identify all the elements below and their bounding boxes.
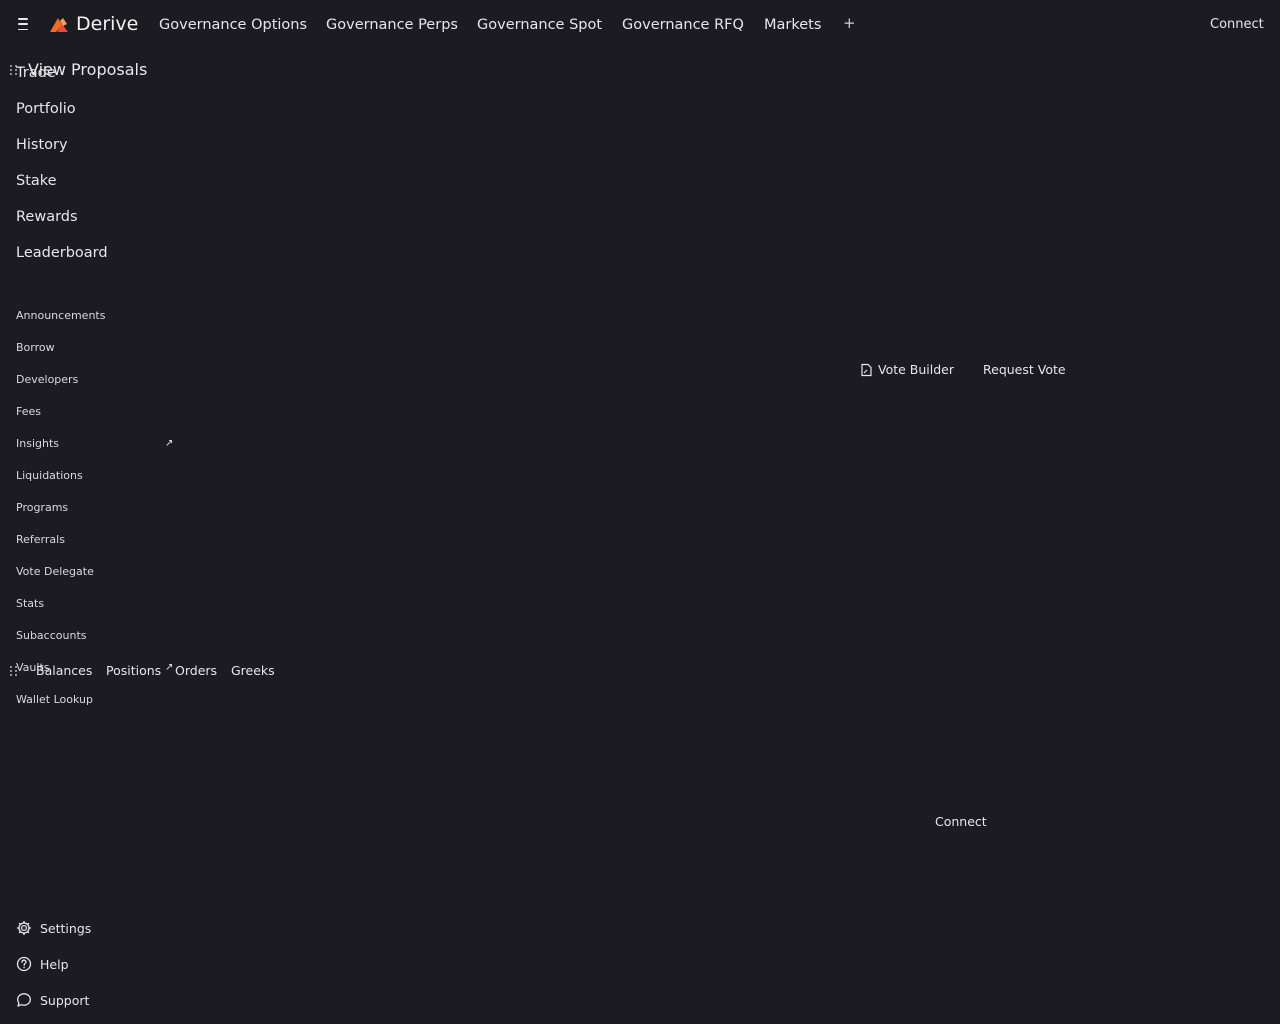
- sidebar-item-liquidations[interactable]: Liquidations: [16, 468, 83, 484]
- document-icon: [861, 363, 872, 376]
- connect-wallet-button[interactable]: Connect: [935, 814, 987, 830]
- connect-button[interactable]: Connect: [1210, 16, 1264, 34]
- tab-markets[interactable]: Markets: [764, 15, 821, 35]
- sidebar-item-developers[interactable]: Developers: [16, 372, 78, 388]
- menu-icon[interactable]: [16, 17, 30, 31]
- settings-label: Settings: [40, 920, 92, 936]
- sidebar-item-leaderboard[interactable]: Leaderboard: [16, 243, 108, 263]
- tab-orders[interactable]: Orders: [175, 663, 217, 679]
- plus-icon[interactable]: +: [843, 16, 856, 31]
- sidebar-item-wallet-lookup[interactable]: Wallet Lookup: [16, 692, 93, 708]
- help-circle-icon: [16, 956, 32, 972]
- vote-builder-label: Vote Builder: [878, 362, 955, 377]
- sidebar-item-programs[interactable]: Programs: [16, 500, 68, 516]
- sidebar-item-portfolio[interactable]: Portfolio: [16, 99, 76, 119]
- sidebar-item-borrow[interactable]: Borrow: [16, 340, 55, 356]
- sidebar-item-stake[interactable]: Stake: [16, 171, 57, 191]
- sidebar-item-support[interactable]: Support: [16, 992, 89, 1008]
- vote-builder-button[interactable]: Vote Builder: [860, 362, 954, 377]
- sidebar-item-vote-delegate[interactable]: Vote Delegate: [16, 564, 94, 580]
- tab-governance-rfq[interactable]: Governance RFQ: [622, 15, 744, 35]
- gear-icon: [16, 920, 32, 936]
- sidebar-item-insights[interactable]: Insights: [16, 436, 59, 452]
- external-link-icon: ↗: [165, 662, 174, 673]
- support-label: Support: [40, 992, 90, 1008]
- tab-governance-perps[interactable]: Governance Perps: [326, 15, 458, 35]
- brand-name[interactable]: Derive: [76, 12, 138, 36]
- help-label: Help: [40, 956, 69, 972]
- external-link-icon: ↗: [165, 438, 174, 449]
- tab-governance-spot[interactable]: Governance Spot: [477, 15, 602, 35]
- sidebar-item-help[interactable]: Help: [16, 956, 69, 972]
- tab-governance-options[interactable]: Governance Options: [159, 15, 307, 35]
- sidebar-item-subaccounts[interactable]: Subaccounts: [16, 628, 87, 644]
- tab-balances[interactable]: Balances: [36, 663, 92, 679]
- sidebar-item-fees[interactable]: Fees: [16, 404, 41, 420]
- chat-bubble-icon: [17, 993, 31, 1007]
- sidebar-item-history[interactable]: History: [16, 135, 68, 155]
- derive-logo-icon[interactable]: [48, 14, 70, 36]
- tab-positions[interactable]: Positions: [106, 663, 161, 679]
- tab-greeks[interactable]: Greeks: [231, 663, 275, 679]
- view-proposals-title: View Proposals: [28, 60, 148, 79]
- sidebar-item-rewards[interactable]: Rewards: [16, 207, 78, 227]
- sidebar-item-settings[interactable]: Settings: [16, 920, 91, 936]
- sidebar-item-referrals[interactable]: Referrals: [16, 532, 65, 548]
- request-vote-button[interactable]: Request Vote: [983, 362, 1066, 378]
- drag-handle-icon[interactable]: [10, 65, 18, 75]
- sidebar-item-announcements[interactable]: Announcements: [16, 308, 105, 324]
- drag-handle-icon[interactable]: [10, 666, 18, 676]
- sidebar-item-stats[interactable]: Stats: [16, 596, 44, 612]
